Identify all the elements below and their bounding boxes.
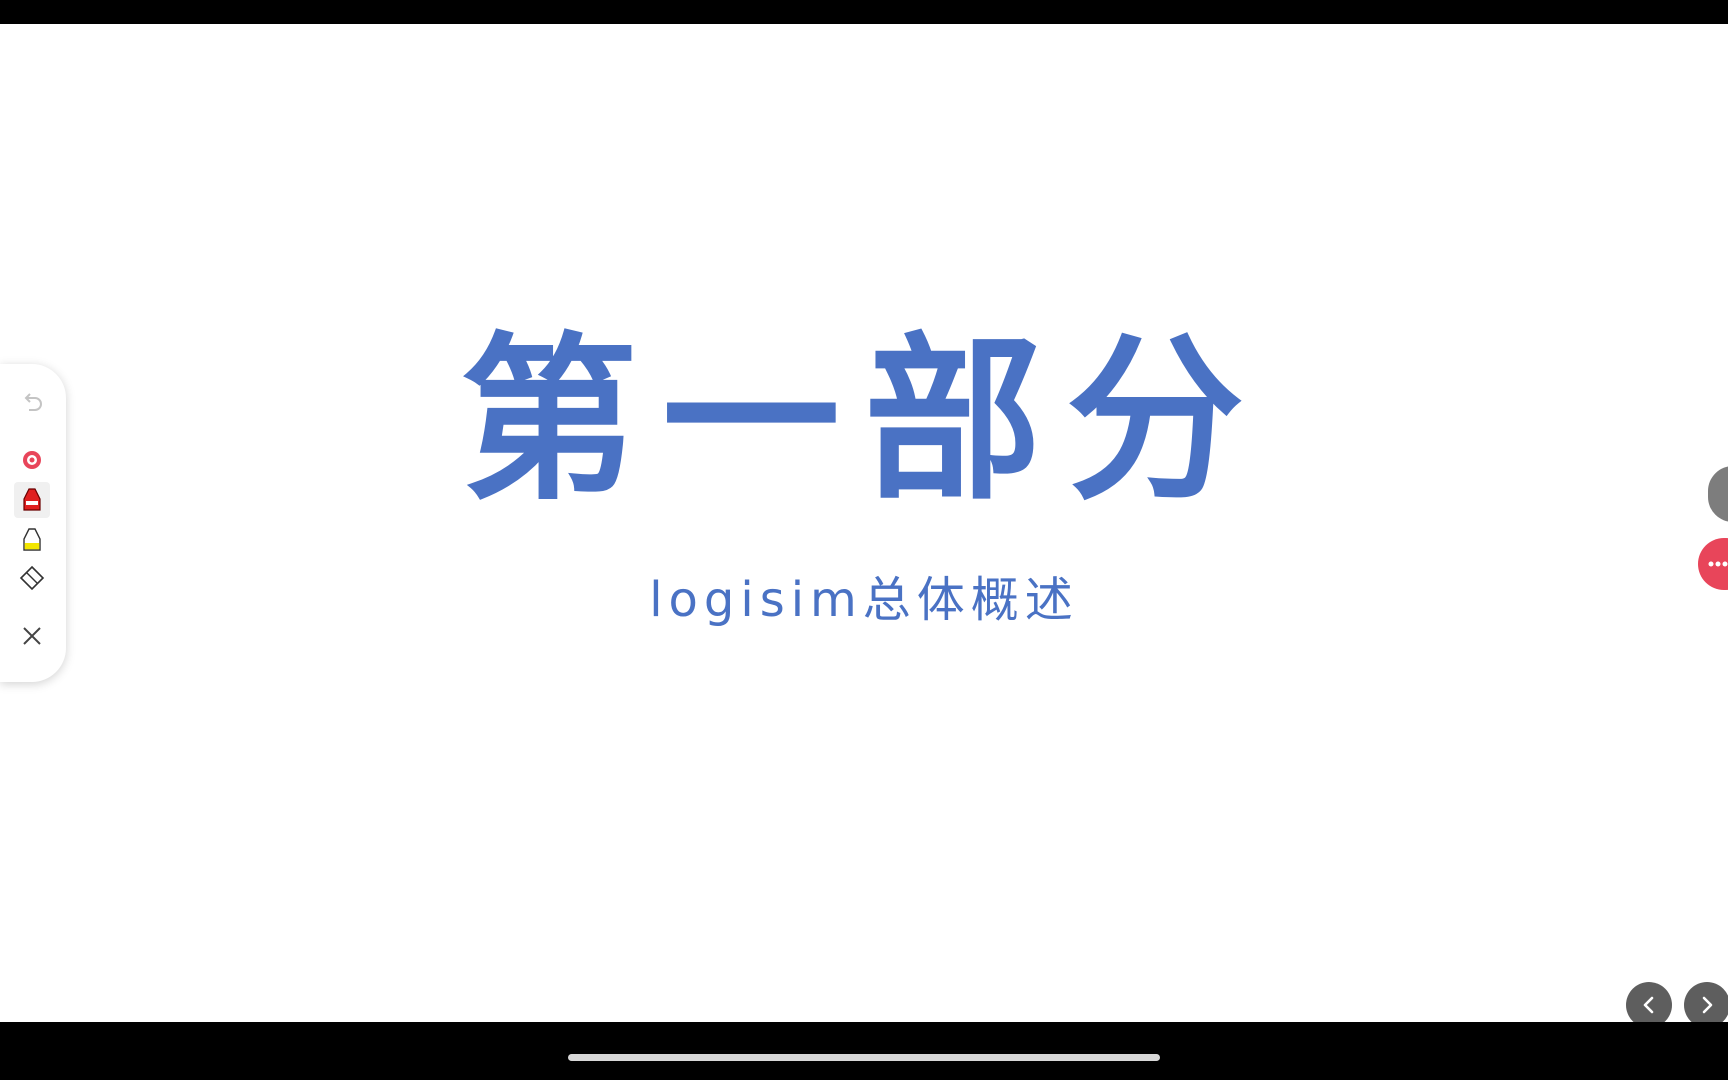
slide-subtitle: logisim总体概述 bbox=[649, 572, 1079, 628]
home-indicator[interactable] bbox=[568, 1054, 1160, 1061]
close-icon bbox=[23, 627, 41, 645]
chevron-right-icon bbox=[1702, 996, 1713, 1014]
undo-button[interactable] bbox=[14, 384, 50, 420]
eraser-icon bbox=[19, 565, 45, 591]
slide-title: 第一部分 bbox=[460, 317, 1268, 524]
next-slide-button[interactable] bbox=[1684, 982, 1728, 1022]
close-toolbar-button[interactable] bbox=[14, 618, 50, 654]
previous-slide-button[interactable] bbox=[1626, 982, 1672, 1022]
red-pen-button[interactable] bbox=[14, 482, 50, 518]
slide-canvas: 第一部分 logisim总体概述 bbox=[0, 24, 1728, 1022]
annotation-toolbar bbox=[0, 364, 66, 682]
eraser-button[interactable] bbox=[14, 560, 50, 596]
laser-pointer-button[interactable] bbox=[14, 442, 50, 478]
red-pen-icon bbox=[23, 488, 41, 511]
recording-icon bbox=[1708, 561, 1728, 567]
undo-icon bbox=[24, 393, 42, 411]
highlighter-button[interactable] bbox=[14, 522, 50, 558]
laser-pointer-icon bbox=[23, 451, 41, 469]
highlighter-icon bbox=[23, 528, 41, 551]
chevron-left-icon bbox=[1643, 996, 1654, 1014]
